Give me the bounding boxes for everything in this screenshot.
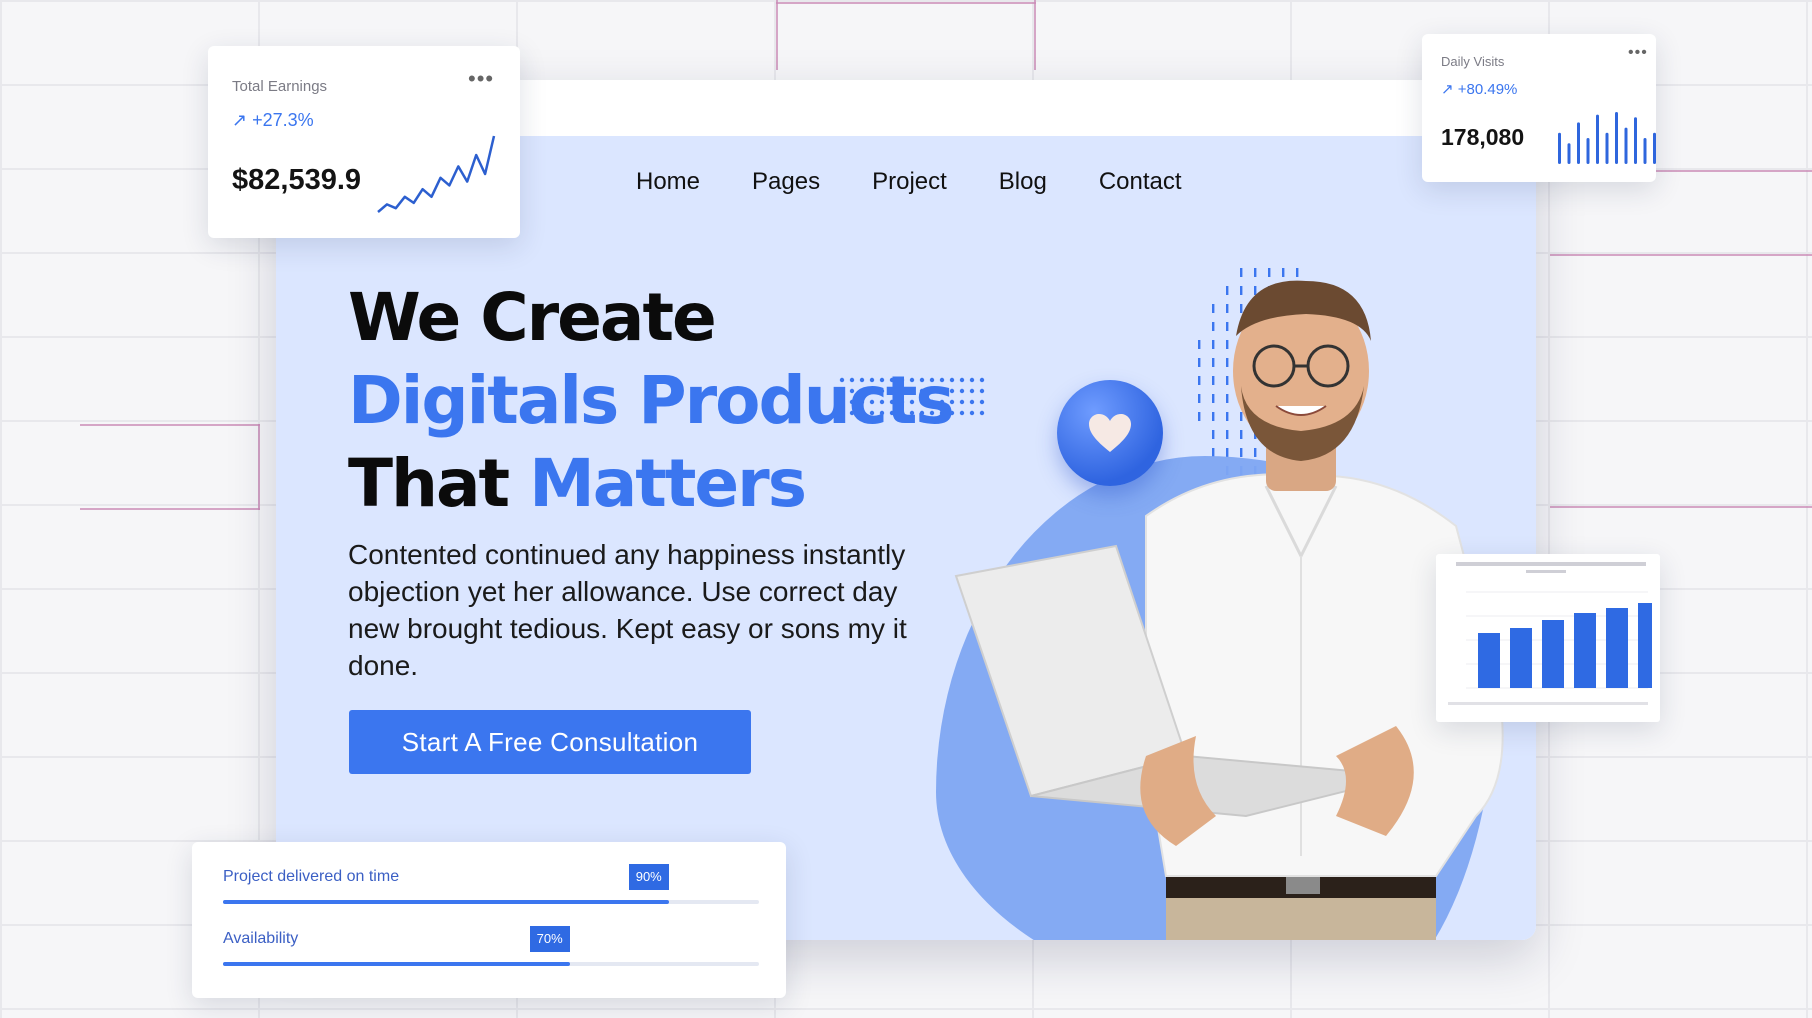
heart-icon bbox=[1089, 414, 1131, 452]
report-footer-placeholder bbox=[1448, 702, 1648, 705]
report-title-placeholder bbox=[1456, 562, 1646, 566]
visits-bar bbox=[1596, 114, 1599, 164]
more-dots-icon[interactable]: ••• bbox=[1628, 44, 1648, 62]
nav-pages[interactable]: Pages bbox=[752, 168, 820, 196]
earnings-title: Total Earnings bbox=[232, 78, 328, 95]
decor-line bbox=[80, 508, 260, 510]
progress-label: Project delivered on time bbox=[223, 868, 400, 885]
hero-headline: We Create Digitals Products That Matters bbox=[348, 276, 955, 525]
visits-bar bbox=[1586, 138, 1590, 164]
nav-project[interactable]: Project bbox=[872, 168, 947, 196]
headline-line-2: Digitals Products bbox=[348, 362, 955, 439]
daily-visits-card: Daily Visits ••• ↗ +80.49% 178,080 bbox=[1422, 34, 1656, 182]
progress-fill bbox=[223, 962, 570, 966]
report-bar bbox=[1606, 608, 1628, 688]
progress-track bbox=[223, 900, 759, 904]
decor-line bbox=[1550, 254, 1812, 256]
visits-bar bbox=[1605, 132, 1609, 164]
visits-bar bbox=[1624, 127, 1628, 164]
nav-contact[interactable]: Contact bbox=[1099, 168, 1182, 196]
visits-bar bbox=[1615, 112, 1618, 164]
visits-bar bbox=[1577, 122, 1580, 164]
report-title-placeholder bbox=[1526, 570, 1566, 573]
visits-value: 178,080 bbox=[1441, 124, 1525, 150]
decor-line bbox=[776, 0, 778, 70]
visits-bar bbox=[1653, 132, 1656, 164]
visits-change: ↗ +80.49% bbox=[1441, 80, 1517, 98]
hero-description: Contented continued any happiness instan… bbox=[348, 539, 907, 681]
progress-card: Project delivered on time 90% Availability… bbox=[192, 842, 786, 998]
decor-line bbox=[258, 424, 260, 510]
hero-section: Home Pages Project Blog Contact We Creat… bbox=[276, 136, 1536, 940]
report-bar-chart bbox=[1466, 591, 1652, 689]
mini-report-card bbox=[1436, 554, 1660, 722]
decor-line bbox=[776, 2, 1036, 4]
visits-bar bbox=[1567, 143, 1571, 164]
visits-change-value: +80.49% bbox=[1457, 81, 1518, 98]
headline-line-3: That Matters bbox=[348, 442, 953, 525]
nav-home[interactable]: Home bbox=[636, 168, 700, 196]
report-bar bbox=[1542, 620, 1564, 688]
decor-line bbox=[1034, 0, 1036, 70]
total-earnings-card: Total Earnings ••• ↗ +27.3% $82,539.9 bbox=[208, 46, 520, 238]
report-bar bbox=[1478, 633, 1500, 688]
report-bar bbox=[1510, 628, 1532, 688]
earnings-value: $82,539.9 bbox=[232, 164, 362, 196]
progress-badge: 70% bbox=[529, 926, 570, 952]
nav-blog[interactable]: Blog bbox=[999, 168, 1047, 196]
visits-bar-chart bbox=[1558, 112, 1656, 164]
more-dots-icon[interactable]: ••• bbox=[468, 66, 494, 92]
arrow-up-right-icon: ↗ bbox=[232, 110, 248, 130]
main-nav: Home Pages Project Blog Contact bbox=[636, 168, 1182, 196]
decor-line bbox=[1550, 506, 1812, 508]
headline-matters: Matters bbox=[529, 445, 807, 522]
start-consultation-button[interactable]: Start A Free Consultation bbox=[349, 710, 751, 774]
earnings-sparkline bbox=[377, 135, 496, 213]
visits-title: Daily Visits bbox=[1441, 54, 1505, 69]
visits-bar bbox=[1558, 132, 1561, 164]
heart-bubble-icon bbox=[1057, 380, 1163, 486]
report-bar bbox=[1574, 613, 1596, 688]
sparkline-path bbox=[377, 135, 496, 213]
progress-badge: 90% bbox=[628, 864, 669, 890]
report-bar bbox=[1638, 603, 1652, 688]
arrow-up-right-icon: ↗ bbox=[1441, 81, 1454, 98]
earnings-change-value: +27.3% bbox=[252, 110, 314, 130]
decor-line bbox=[80, 424, 260, 426]
progress-track bbox=[223, 962, 759, 966]
headline-line-1: We Create bbox=[348, 279, 717, 356]
progress-fill bbox=[223, 900, 669, 904]
visits-bar bbox=[1634, 117, 1637, 164]
progress-label: Availability bbox=[223, 930, 299, 947]
headline-that: That bbox=[348, 445, 510, 522]
visits-bar bbox=[1643, 138, 1647, 164]
earnings-change: ↗ +27.3% bbox=[232, 110, 314, 131]
